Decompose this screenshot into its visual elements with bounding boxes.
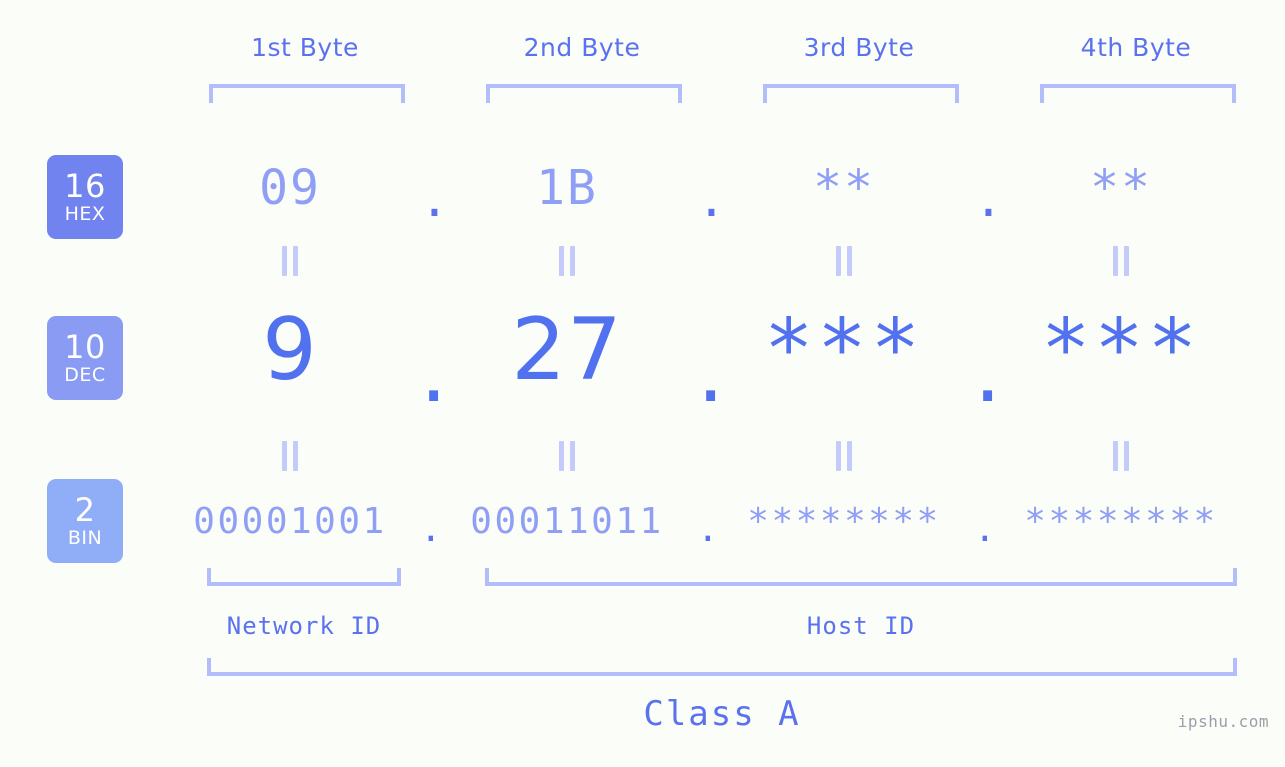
bin-byte-4: ******** <box>1024 500 1218 542</box>
base-badge-dec-name: DEC <box>64 364 106 386</box>
hex-separator-3: . <box>974 172 1003 228</box>
dec-value-row: 9 . 27 . *** . *** <box>160 295 1270 415</box>
equals-icon-4 <box>991 246 1251 276</box>
bin-byte-3: ******** <box>747 500 941 542</box>
equals-spacer <box>420 441 437 471</box>
equals-icon-7 <box>714 441 974 471</box>
class-bracket <box>207 658 1237 676</box>
equals-icon-1 <box>160 246 420 276</box>
equals-icon-3 <box>714 246 974 276</box>
host-id-bracket <box>485 568 1237 586</box>
dec-byte-1: 9 <box>262 300 318 400</box>
equals-spacer <box>974 246 991 276</box>
dec-byte-4: *** <box>1040 302 1202 397</box>
equals-icon-8 <box>991 441 1251 471</box>
host-id-label: Host ID <box>806 612 916 640</box>
hex-byte-2: 1B <box>536 160 598 216</box>
base-badge-hex: 16 HEX <box>47 155 123 239</box>
equals-connectors-hex-dec <box>160 246 1270 276</box>
base-badge-hex-name: HEX <box>64 203 106 225</box>
equals-icon-2 <box>437 246 697 276</box>
equals-spacer <box>420 246 437 276</box>
dec-byte-3: *** <box>763 302 925 397</box>
network-id-bracket <box>207 568 401 586</box>
dec-separator-2: . <box>697 322 725 422</box>
base-badge-bin-name: BIN <box>67 527 103 549</box>
dec-separator-3: . <box>974 322 1002 422</box>
byte-header-4: 4th Byte <box>1080 33 1192 62</box>
hex-separator-2: . <box>697 172 726 228</box>
watermark: ipshu.com <box>1177 712 1269 731</box>
class-label: Class A <box>643 694 801 734</box>
byte-bracket-1 <box>209 84 405 103</box>
base-badge-dec-number: 10 <box>64 328 106 366</box>
base-badge-hex-number: 16 <box>64 167 106 205</box>
bin-separator-1: . <box>420 508 442 550</box>
equals-spacer <box>974 441 991 471</box>
equals-spacer <box>697 246 714 276</box>
byte-header-2: 2nd Byte <box>523 33 641 62</box>
bin-byte-2: 00011011 <box>470 500 664 542</box>
hex-byte-3: ** <box>813 160 875 216</box>
hex-byte-1: 09 <box>259 160 321 216</box>
base-badge-bin-number: 2 <box>74 491 96 529</box>
bin-separator-2: . <box>697 508 719 550</box>
dec-separator-1: . <box>420 322 448 422</box>
hex-separator-1: . <box>420 172 449 228</box>
base-badge-bin: 2 BIN <box>47 479 123 563</box>
byte-bracket-2 <box>486 84 682 103</box>
equals-spacer <box>697 441 714 471</box>
equals-icon-6 <box>437 441 697 471</box>
network-id-label: Network ID <box>226 612 382 640</box>
byte-bracket-3 <box>763 84 959 103</box>
equals-connectors-dec-bin <box>160 441 1270 471</box>
hex-value-row: 09 . 1B . ** . ** <box>160 152 1270 228</box>
bin-value-row: 00001001 . 00011011 . ******** . *******… <box>160 492 1270 550</box>
equals-icon-5 <box>160 441 420 471</box>
hex-byte-4: ** <box>1090 160 1152 216</box>
bin-separator-3: . <box>974 508 996 550</box>
ip-address-diagram: 1st Byte 2nd Byte 3rd Byte 4th Byte 16 H… <box>0 0 1285 767</box>
byte-header-3: 3rd Byte <box>803 33 915 62</box>
byte-header-1: 1st Byte <box>251 33 359 62</box>
dec-byte-2: 27 <box>511 300 623 400</box>
bin-byte-1: 00001001 <box>193 500 387 542</box>
byte-bracket-4 <box>1040 84 1236 103</box>
base-badge-dec: 10 DEC <box>47 316 123 400</box>
